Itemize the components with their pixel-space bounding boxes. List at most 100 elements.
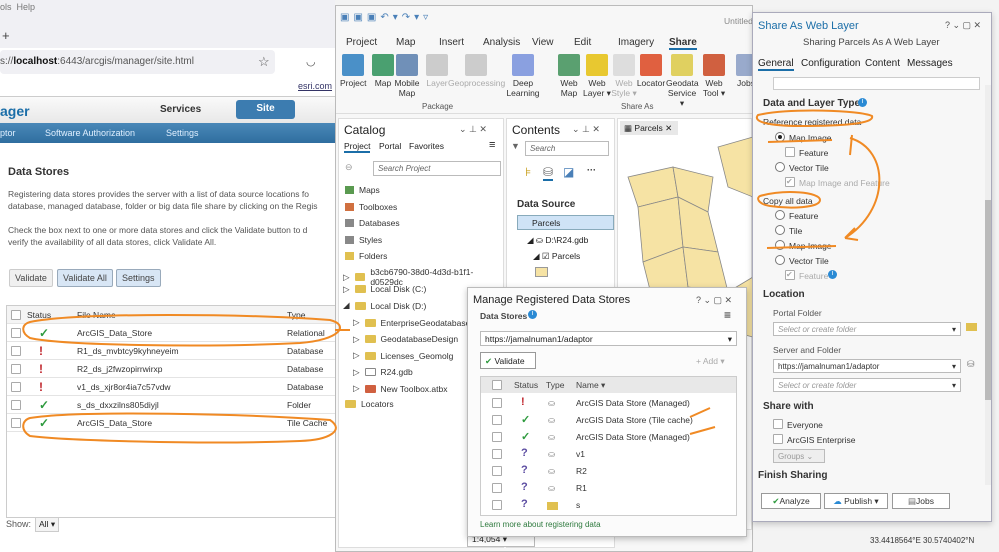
ribbon-tab-edit[interactable]: Edit: [574, 37, 591, 48]
tab-messages[interactable]: Messages: [907, 58, 953, 69]
table-row[interactable]: ✓ ArcGIS_Data_Store Tile Cache: [7, 414, 337, 432]
catalog-item-locators[interactable]: Locators: [345, 399, 394, 409]
row-checkbox[interactable]: [492, 483, 502, 493]
layer-parcels[interactable]: Parcels: [517, 215, 614, 230]
folder-item[interactable]: ▷ Local Disk (C:): [343, 284, 426, 295]
list-item[interactable]: ? ⛀ v1: [481, 446, 737, 463]
copy-feature-radio[interactable]: [775, 210, 785, 220]
menu-icon[interactable]: ≡: [724, 308, 731, 322]
catalog-item[interactable]: Styles: [345, 235, 382, 245]
publish-button[interactable]: ☁ Publish ▾: [824, 493, 888, 509]
row-checkbox[interactable]: [492, 398, 502, 408]
col-type[interactable]: Type: [287, 310, 305, 320]
share-as-3-button[interactable]: Locator: [635, 54, 667, 88]
row-checkbox[interactable]: [11, 346, 21, 356]
row-checkbox[interactable]: [492, 500, 502, 510]
table-row[interactable]: ✓ s_ds_dxxzilns805diyjl Folder: [7, 396, 337, 414]
expand-icon[interactable]: ▷: [353, 317, 360, 328]
ribbon-tab-view[interactable]: View: [532, 37, 554, 48]
ribbon-tab-map[interactable]: Map: [396, 37, 415, 48]
row-checkbox[interactable]: [11, 328, 21, 338]
map-tab-parcels[interactable]: ▦ Parcels ✕: [620, 121, 678, 135]
list-item[interactable]: ✓ ⛀ ArcGIS Data Store (Tile cache): [481, 412, 737, 429]
folder-item[interactable]: ◢ Local Disk (D:): [343, 300, 426, 311]
ribbon-tab-project[interactable]: Project: [346, 37, 377, 48]
learn-more-link[interactable]: Learn more about registering data: [480, 520, 601, 529]
server-select[interactable]: https://jamalnuman1/adaptor ▾: [773, 359, 961, 373]
share-as-5-button[interactable]: Web Tool ▾: [698, 54, 730, 98]
info-icon[interactable]: i: [858, 98, 867, 107]
col-type[interactable]: Type: [546, 380, 564, 390]
row-checkbox[interactable]: [11, 418, 21, 428]
row-checkbox[interactable]: [11, 382, 21, 392]
table-row[interactable]: ! R2_ds_j2fwzopirrwirxp Database: [7, 360, 337, 378]
nav-settings[interactable]: Settings: [166, 128, 199, 138]
expand-icon[interactable]: ▷: [353, 350, 360, 361]
site-nav[interactable]: Site: [236, 100, 295, 119]
description-field[interactable]: [773, 77, 980, 90]
address-bar[interactable]: s://localhost:6443/arcgis/manager/site.h…: [0, 50, 275, 74]
ref-map-image-radio[interactable]: [775, 132, 785, 142]
copy-feature-checkbox[interactable]: ✔: [785, 270, 795, 280]
folder-icon[interactable]: [966, 323, 977, 331]
back-icon[interactable]: ⊖: [345, 162, 353, 173]
everyone-checkbox[interactable]: [773, 419, 783, 429]
expand-icon[interactable]: ▷: [353, 383, 360, 394]
filter-icon[interactable]: ▼: [511, 141, 520, 151]
nav-adaptor[interactable]: ptor: [0, 128, 16, 138]
validate-all-button[interactable]: Validate All: [57, 269, 113, 287]
more-icon[interactable]: ···: [587, 165, 596, 175]
row-checkbox[interactable]: [492, 432, 502, 442]
menu-help[interactable]: Help: [17, 2, 36, 12]
catalog-tab-favorites[interactable]: Favorites: [409, 141, 444, 151]
new-tab-button[interactable]: +: [2, 28, 10, 43]
jobs-button[interactable]: ▤Jobs: [892, 493, 950, 509]
catalog-tab-portal[interactable]: Portal: [379, 141, 401, 151]
services-nav[interactable]: Services: [160, 104, 201, 115]
folder-item[interactable]: ▷ R24.gdb: [353, 367, 413, 378]
symbol-swatch[interactable]: [535, 267, 548, 277]
package-deep-learning-button[interactable]: Deep Learning: [506, 54, 540, 98]
row-checkbox[interactable]: [492, 449, 502, 459]
portal-folder-select[interactable]: Select or create folder ▾: [773, 322, 961, 336]
copy-map-image-radio[interactable]: [775, 240, 785, 250]
validate-button[interactable]: Validate: [9, 269, 53, 287]
list-item[interactable]: ? ⛀ R1: [481, 480, 737, 497]
contents-search-input[interactable]: Search: [525, 141, 609, 156]
gdb-source[interactable]: ◢ ⛀ D:\R24.gdb: [527, 235, 588, 246]
row-checkbox[interactable]: [492, 415, 502, 425]
groups-select[interactable]: Groups ⌄: [773, 449, 825, 463]
ribbon-tab-analysis[interactable]: Analysis: [483, 37, 520, 48]
row-checkbox[interactable]: [11, 400, 21, 410]
catalog-item[interactable]: Toolboxes: [345, 202, 397, 212]
ribbon-tab-share[interactable]: Share: [669, 37, 697, 50]
expand-icon[interactable]: ▷: [353, 367, 360, 378]
validate-button[interactable]: ✔ Validate: [480, 352, 536, 369]
select-all-checkbox[interactable]: [11, 310, 21, 320]
scrollbar[interactable]: [985, 85, 991, 485]
copy-vector-tile-radio[interactable]: [775, 255, 785, 265]
bookmark-star-icon[interactable]: ☆: [258, 54, 270, 70]
list-item[interactable]: ? ⛀ R2: [481, 463, 737, 480]
folder-item[interactable]: ▷ GeodatabaseDesign: [353, 334, 458, 345]
pane-controls-icon[interactable]: ⌄ ⊥ ✕: [572, 124, 600, 135]
copy-tile-radio[interactable]: [775, 225, 785, 235]
expand-icon[interactable]: ▷: [353, 334, 360, 345]
catalog-item[interactable]: Folders: [345, 251, 387, 261]
window-controls-icon[interactable]: ? ⌄ ▢ ✕: [696, 295, 732, 306]
package-mobile-map-button[interactable]: Mobile Map: [394, 54, 420, 98]
list-by-data-source-icon[interactable]: ⛁: [543, 165, 554, 181]
expand-icon[interactable]: ◢: [343, 300, 350, 311]
expand-icon[interactable]: ▷: [343, 272, 350, 283]
expand-icon[interactable]: ▷: [343, 284, 350, 295]
list-item[interactable]: ! ⛀ ArcGIS Data Store (Managed): [481, 395, 737, 412]
package-project-button[interactable]: Project: [340, 54, 366, 88]
row-checkbox[interactable]: [11, 364, 21, 374]
folder-item[interactable]: ▷ New Toolbox.atbx: [353, 383, 447, 394]
ribbon-tab-insert[interactable]: Insert: [439, 37, 464, 48]
col-status[interactable]: Status: [514, 380, 538, 390]
server-select[interactable]: https://jamalnuman1/adaptor ▾: [480, 331, 737, 346]
database-icon[interactable]: ⛁: [967, 359, 975, 370]
pocket-icon[interactable]: ◡: [306, 55, 316, 68]
col-name[interactable]: Name ▾: [576, 380, 605, 391]
